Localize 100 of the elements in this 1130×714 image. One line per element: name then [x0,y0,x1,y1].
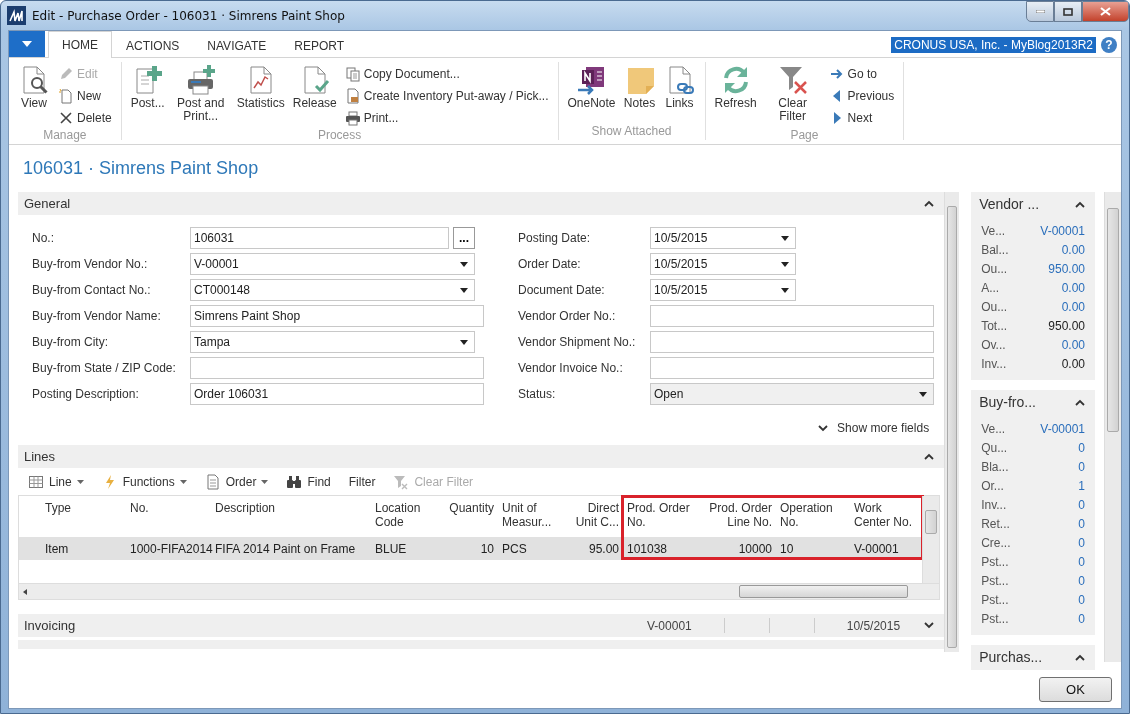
text-field[interactable]: Order 106031 [190,383,484,405]
table-cell-text: PCS [501,540,528,558]
dropdown-field[interactable]: 10/5/2015 [650,279,796,301]
ribbon-button[interactable]: Copy Document... [341,63,552,84]
ribbon-button[interactable]: Notes [620,62,659,124]
column-header[interactable]: Prod. Order Line No. [698,496,776,537]
ribbon-button[interactable]: Print... [341,107,552,128]
dropdown-field[interactable]: 10/5/2015 [650,253,796,275]
dropdown-field[interactable]: V-00001 [190,253,475,275]
factbox-link[interactable]: 0 [1078,573,1085,588]
factbox-label: Ov... [981,337,1006,352]
section-header[interactable]: Lines [18,445,945,468]
ribbon-button[interactable]: Links [660,62,699,124]
company-name[interactable]: CRONUS USA, Inc. - MyBlog2013R2 [891,37,1096,53]
horizontal-scrollbar[interactable] [19,583,939,599]
toolbar-button[interactable]: Line [26,474,86,490]
dropdown-field[interactable]: 10/5/2015 [650,227,796,249]
show-more-fields-link[interactable]: Show more fields [818,421,930,435]
dropdown-field[interactable]: Tampa [190,331,475,353]
toolbar-button[interactable]: Find [284,474,333,490]
text-field[interactable] [650,357,934,379]
group-label: Show Attached [590,124,673,140]
factbox-link[interactable]: 0 [1078,554,1085,569]
ribbon-button[interactable]: Post and Print... [169,62,232,128]
factbox-link[interactable]: 950.00 [1048,261,1085,276]
factbox-link[interactable]: 0.00 [1061,242,1085,257]
factbox-link[interactable]: 0 [1078,440,1085,455]
column-header[interactable]: Unit of Measur... [498,496,561,537]
column-header[interactable]: Operation No. [776,496,850,537]
text-field[interactable]: Simrens Paint Shop [190,305,484,327]
text-field[interactable]: 106031 [190,227,449,249]
factbox-link[interactable]: 0.00 [1061,337,1085,352]
section-header[interactable]: General [18,192,945,215]
factbox-link[interactable]: V-00001 [1040,223,1085,238]
vertical-scrollbar[interactable] [922,496,939,583]
factbox-header[interactable]: Purchas... [971,645,1095,669]
column-header[interactable]: Prod. Order No. [623,496,698,537]
help-button[interactable]: ? [1101,37,1117,53]
application-menu-button[interactable] [9,31,45,57]
ribbon-button[interactable]: View [15,62,53,128]
close-button[interactable] [1082,1,1129,22]
factbox-header[interactable]: Buy-fro... [971,390,1095,414]
factbox-link[interactable]: 0 [1078,459,1085,474]
factbox-link[interactable]: 0.00 [1061,299,1085,314]
ribbon-tab[interactable]: NAVIGATE [193,32,281,58]
column-header[interactable]: Direct Unit C... [561,496,623,537]
ok-button[interactable]: OK [1039,676,1112,702]
text-field[interactable] [190,357,484,379]
column-header[interactable]: No. [126,496,211,537]
factbox-link[interactable]: 0 [1078,516,1085,531]
text-field[interactable] [650,331,934,353]
section-header[interactable]: Invoicing V-00001 10/5/2015 [18,614,945,637]
ribbon-button[interactable]: New [55,85,115,106]
ribbon-button[interactable]: Go to [825,63,898,84]
lookup-button[interactable]: ... [453,227,475,249]
ribbon-button[interactable]: Post... [127,62,168,128]
factbox-label: Qu... [981,440,1008,455]
dropdown-field[interactable]: CT000148 [190,279,475,301]
toolbar-button[interactable]: Order [202,474,271,490]
ribbon-button[interactable]: Clear Filter [761,62,824,128]
table-cell-text: FIFA 2014 Paint on Frame [214,540,357,558]
factbox-link[interactable]: 0 [1078,592,1085,607]
ribbon-button[interactable]: Statistics [233,62,288,128]
vertical-scrollbar[interactable] [1104,192,1121,662]
ribbon-button[interactable]: OneNote [564,62,619,124]
factbox-link[interactable]: V-00001 [1040,421,1085,436]
ribbon-tab[interactable]: HOME [48,31,112,58]
column-header[interactable]: Quantity [441,496,498,537]
table-row[interactable] [19,537,922,560]
ribbon-button[interactable]: Previous [825,85,898,106]
column-header[interactable]: Location Code [371,496,441,537]
ribbon-tab[interactable]: ACTIONS [112,32,194,58]
column-header[interactable]: Work Center No. [850,496,922,537]
column-header[interactable]: Type [41,496,126,537]
ribbon-button[interactable]: Release [289,62,340,128]
factbox-header[interactable]: Vendor ... [971,192,1095,216]
ribbon-button[interactable]: Create Inventory Put-away / Pick... [341,85,552,106]
factbox-link[interactable]: 0 [1078,497,1085,512]
factbox-link[interactable]: 0 [1078,611,1085,626]
ribbon-tab[interactable]: REPORT [280,32,359,58]
group-label: Process [316,128,363,142]
field-label: Buy-from State / ZIP Code: [32,361,177,375]
caret-icon [76,480,84,484]
factbox-link[interactable]: 0.00 [1061,280,1085,295]
ribbon-button[interactable]: Refresh [711,62,760,128]
ribbon-button[interactable]: Next [825,107,898,128]
toolbar-button[interactable]: Filter [346,475,378,489]
factbox-link[interactable]: 1 [1078,478,1085,493]
toolbar-button[interactable]: Functions [99,474,189,490]
text-field[interactable] [650,305,934,327]
column-header[interactable]: Description [211,496,371,537]
dropdown-field[interactable]: Open [650,383,934,405]
minimize-button[interactable] [1026,1,1054,22]
table-cell-text: 101038 [626,540,669,558]
caret-icon [261,480,269,484]
ribbon-button[interactable]: Delete [55,107,115,128]
caret-icon [22,41,32,47]
vertical-scrollbar[interactable] [944,192,960,652]
factbox-link[interactable]: 0 [1078,535,1085,550]
maximize-button[interactable] [1054,1,1082,22]
